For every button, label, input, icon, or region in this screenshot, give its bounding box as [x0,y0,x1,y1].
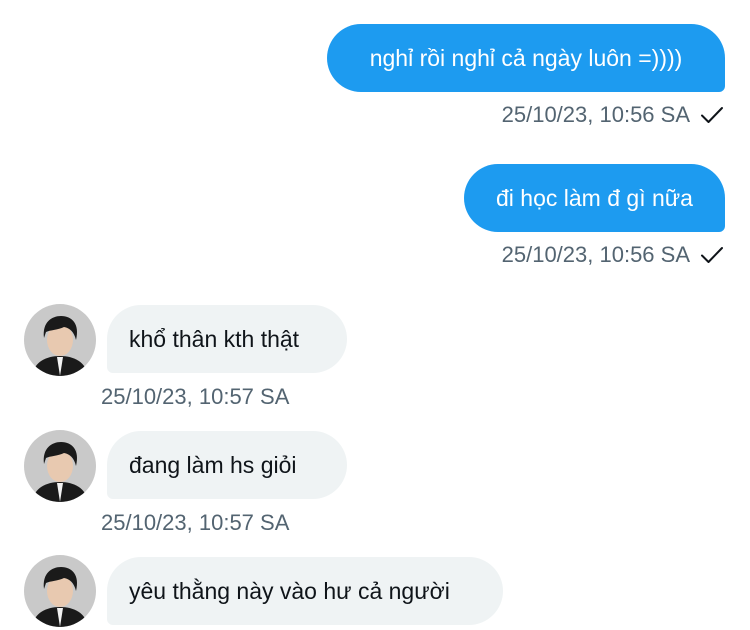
message-meta: 25/10/23, 10:57 SA [101,512,289,534]
message-timestamp: 25/10/23, 10:56 SA [501,102,690,127]
message-text: đi học làm đ gì nữa [496,184,693,211]
message-bubble-incoming[interactable]: đang làm hs giỏi [107,431,347,499]
message-timestamp: 25/10/23, 10:57 SA [101,510,290,535]
message-bubble-incoming[interactable]: khổ thân kth thật [107,305,347,373]
avatar-image [24,430,96,502]
message-text: đang làm hs giỏi [129,451,297,478]
check-icon [701,107,723,123]
avatar-image [24,555,96,627]
message-bubble-outgoing[interactable]: đi học làm đ gì nữa [464,164,725,232]
message-text: yêu thằng này vào hư cả người [129,577,450,604]
user-avatar[interactable] [24,430,96,502]
message-timestamp: 25/10/23, 10:57 SA [101,384,290,409]
message-bubble-outgoing[interactable]: nghỉ rồi nghỉ cả ngày luôn =)))) [327,24,725,92]
message-meta: 25/10/23, 10:56 SA [502,104,724,126]
user-avatar[interactable] [24,304,96,376]
message-timestamp: 25/10/23, 10:56 SA [501,242,690,267]
message-meta: 25/10/23, 10:56 SA [502,244,724,266]
message-text: khổ thân kth thật [129,325,300,352]
avatar-image [24,304,96,376]
message-meta: 25/10/23, 10:57 SA [101,386,289,408]
user-avatar[interactable] [24,555,96,627]
message-text: nghỉ rồi nghỉ cả ngày luôn =)))) [369,44,683,71]
check-icon [701,247,723,263]
message-bubble-incoming[interactable]: yêu thằng này vào hư cả người [107,557,503,625]
